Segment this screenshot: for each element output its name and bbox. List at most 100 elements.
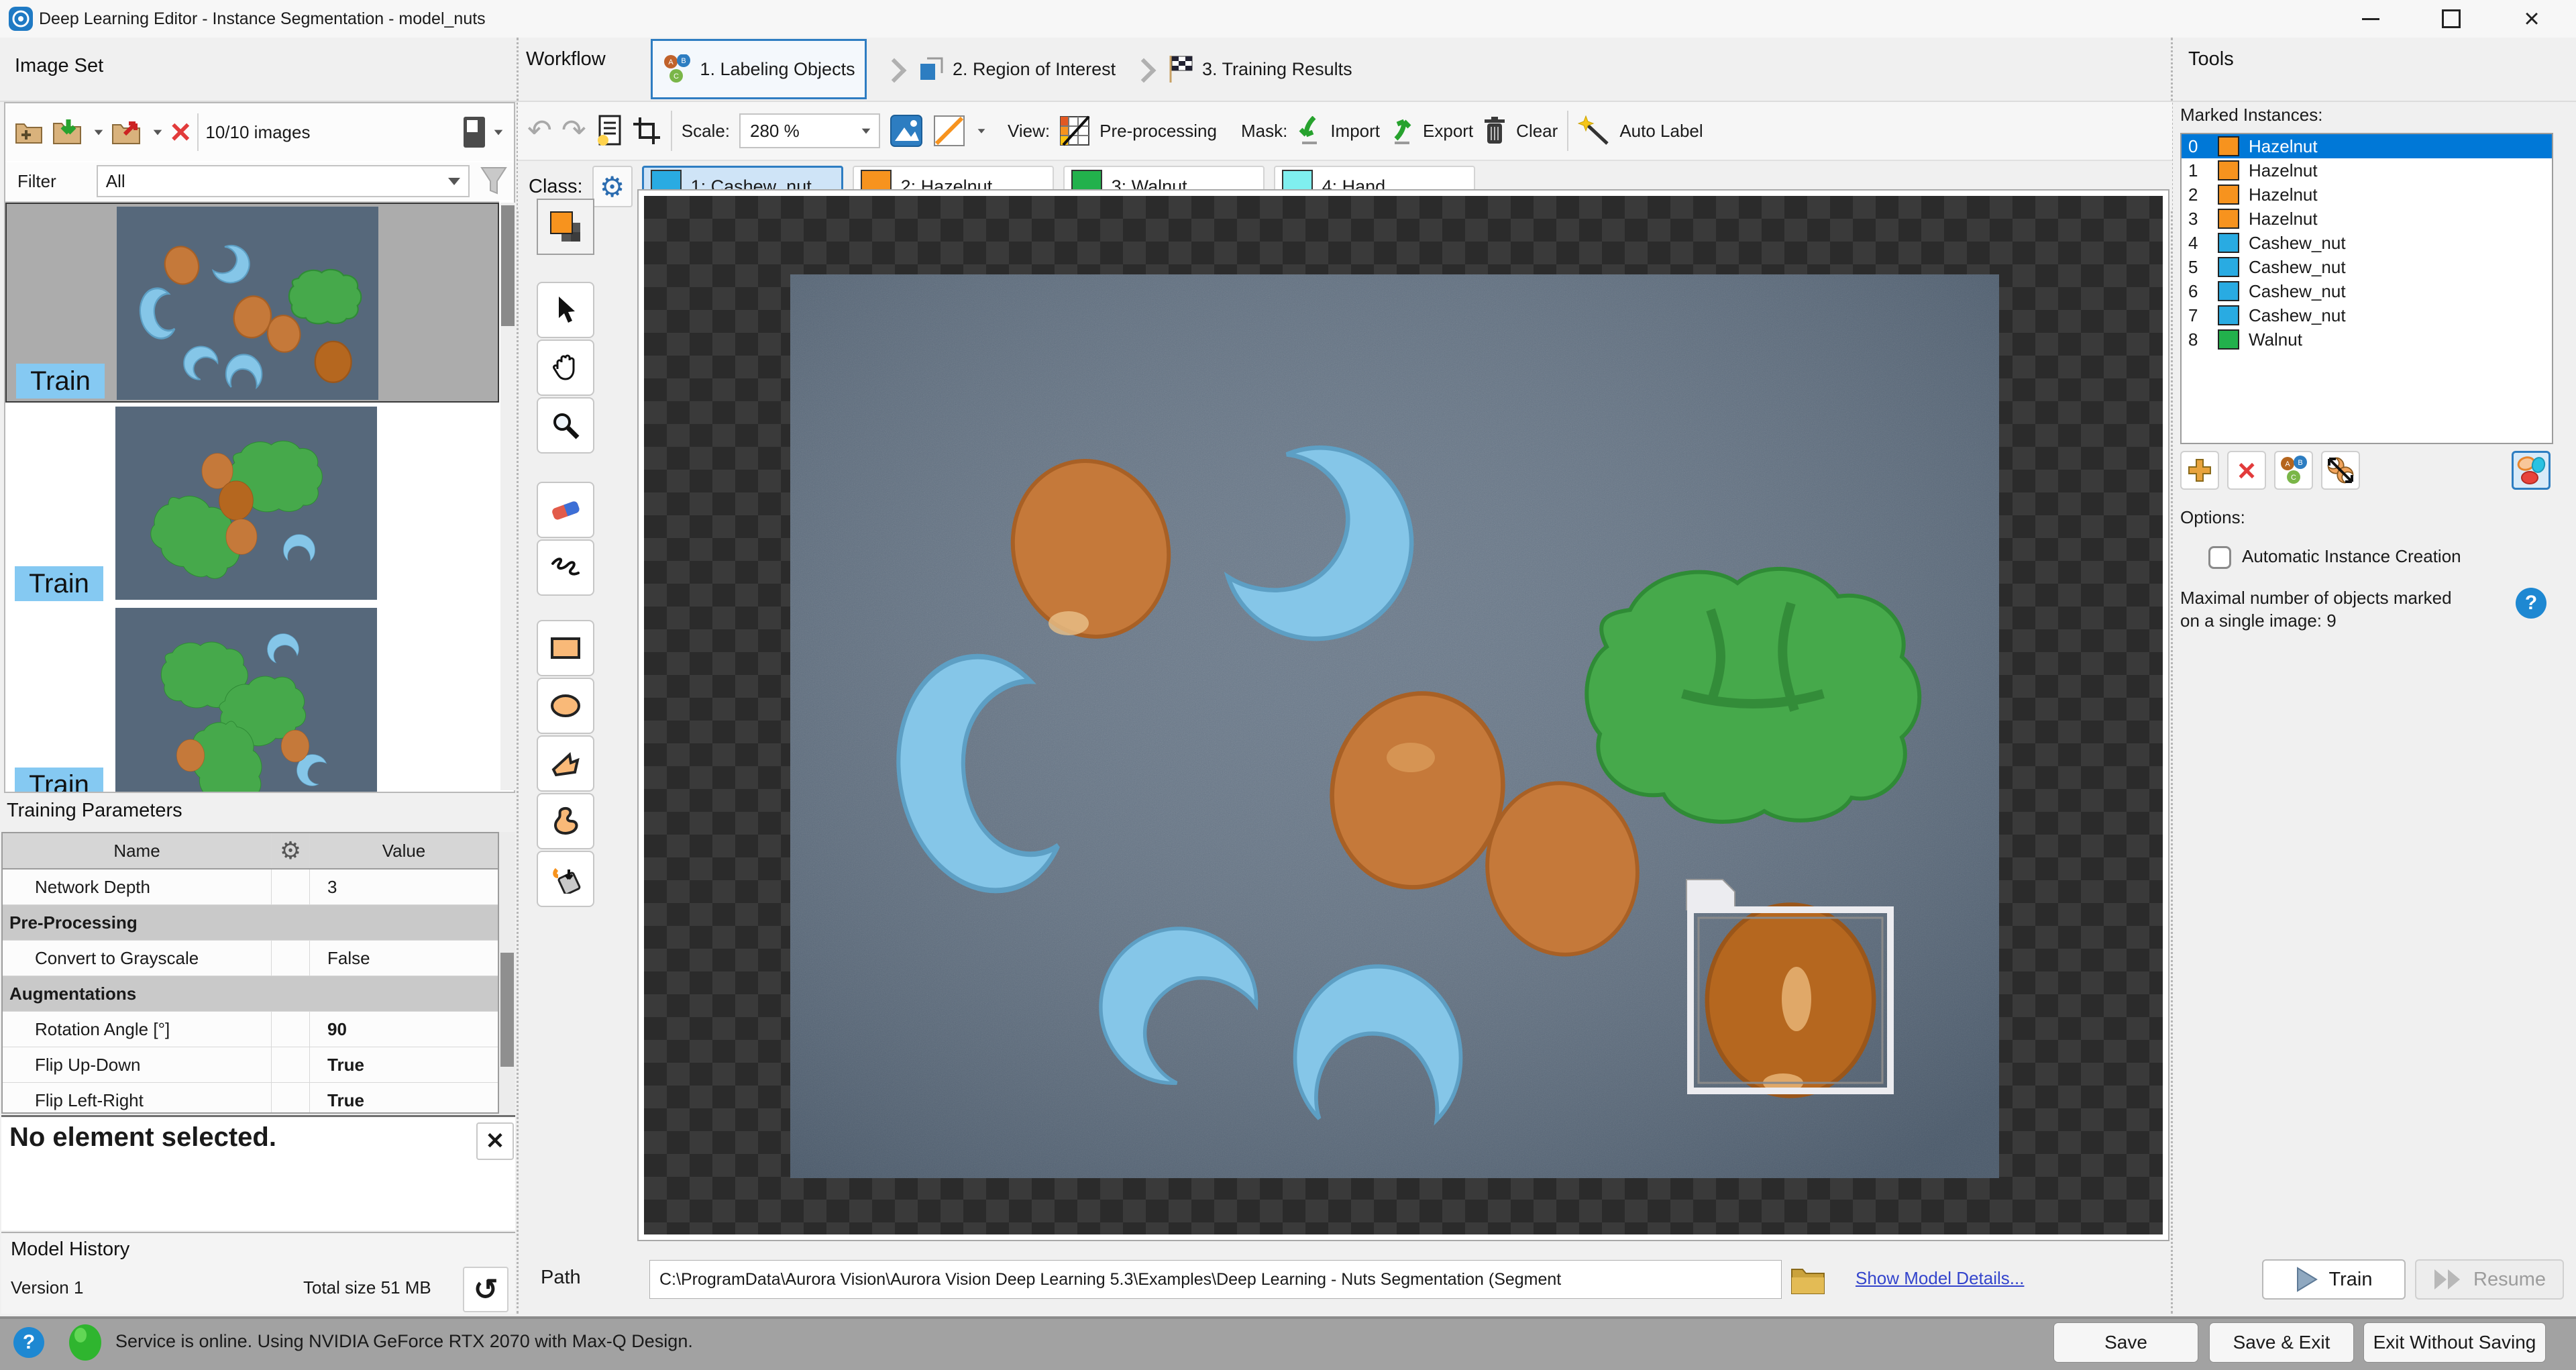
thumbnail-train-1[interactable]: Train	[5, 203, 499, 403]
help-icon[interactable]: ?	[2516, 588, 2546, 619]
instance-row-2[interactable]: 2Hazelnut	[2182, 182, 2552, 207]
instance-color-swatch	[2218, 185, 2239, 205]
resume-button[interactable]: Resume	[2415, 1259, 2564, 1300]
svg-text:A: A	[669, 58, 674, 66]
close-button[interactable]: ×	[2501, 0, 2563, 38]
preprocessing-icon[interactable]	[1059, 115, 1090, 146]
auto-label-label[interactable]: Auto Label	[1619, 121, 1703, 142]
instance-row-8[interactable]: 8Walnut	[2182, 327, 2552, 352]
change-class-button[interactable]: A B C	[2274, 451, 2313, 490]
exit-without-saving-button[interactable]: Exit Without Saving	[2364, 1323, 2545, 1362]
save-button[interactable]: Save	[2054, 1323, 2198, 1362]
import-images-caret[interactable]	[95, 129, 103, 135]
display-mode-caret[interactable]	[494, 129, 503, 135]
instance-row-0[interactable]: 0Hazelnut	[2182, 134, 2552, 158]
scale-combo[interactable]: 280 %	[739, 113, 880, 148]
redo-icon[interactable]: ↷	[561, 117, 586, 144]
fill-tool[interactable]	[537, 851, 594, 907]
labeling-objects-icon: A B C	[662, 54, 692, 84]
eraser-tool[interactable]	[537, 482, 594, 538]
export-mask-icon[interactable]	[1389, 116, 1413, 146]
pan-tool[interactable]	[537, 339, 594, 396]
nuts-image[interactable]	[790, 274, 1999, 1178]
mask-opacity-caret[interactable]	[978, 129, 985, 134]
mask-display-tool[interactable]	[537, 199, 594, 255]
class-settings-button[interactable]: ⚙	[592, 166, 633, 207]
labeling-canvas[interactable]	[637, 189, 2169, 1241]
polygon-tool[interactable]	[537, 735, 594, 792]
select-tool[interactable]	[537, 282, 594, 338]
left-splitter[interactable]	[517, 38, 521, 1314]
canvas-toolbar: ↶ ↷ Scale: 280 % View: Pre-processing Ma…	[518, 102, 2172, 161]
thumbnail-scrollbar[interactable]	[500, 203, 515, 790]
save-and-exit-button[interactable]: Save & Exit	[2210, 1323, 2353, 1362]
param-row-flip-ud[interactable]: Flip Up-Down True	[3, 1047, 498, 1083]
auto-label-icon[interactable]	[1578, 115, 1610, 146]
funnel-icon[interactable]	[479, 165, 508, 197]
param-row-flip-lr[interactable]: Flip Left-Right True	[3, 1083, 498, 1114]
delete-instance-button[interactable]: ×	[2227, 451, 2266, 490]
automatic-instance-checkbox[interactable]	[2208, 546, 2231, 569]
image-view-icon[interactable]	[890, 114, 923, 148]
zoom-tool[interactable]	[537, 397, 594, 454]
rectangle-tool[interactable]	[537, 620, 594, 676]
path-input[interactable]: C:\ProgramData\Aurora Vision\Aurora Visi…	[649, 1260, 1782, 1299]
display-mode-button[interactable]	[463, 116, 486, 148]
rectangle-icon	[549, 636, 582, 660]
restore-version-button[interactable]: ↺	[463, 1267, 508, 1312]
export-images-caret[interactable]	[154, 129, 162, 135]
svg-text:B: B	[682, 57, 686, 65]
delete-images-button[interactable]: ×	[170, 119, 191, 146]
import-images-button[interactable]	[52, 118, 86, 146]
show-instances-toggle[interactable]	[2512, 451, 2551, 490]
instance-row-5[interactable]: 5Cashew_nut	[2182, 255, 2552, 279]
export-images-button[interactable]	[111, 118, 145, 146]
help-icon[interactable]: ?	[13, 1327, 44, 1358]
crop-icon[interactable]	[632, 116, 661, 146]
import-mask-label[interactable]: Import	[1330, 121, 1380, 142]
split-instances-button[interactable]	[2321, 451, 2360, 490]
param-row-rotation[interactable]: Rotation Angle [°] 90	[3, 1012, 498, 1047]
instance-row-4[interactable]: 4Cashew_nut	[2182, 231, 2552, 255]
export-mask-label[interactable]: Export	[1423, 121, 1473, 142]
scrollbar-thumb[interactable]	[501, 205, 515, 326]
close-selection-panel-button[interactable]: ✕	[476, 1122, 514, 1160]
param-row-grayscale[interactable]: Convert to Grayscale False	[3, 941, 498, 976]
blob-tool[interactable]	[537, 793, 594, 849]
scrollbar-thumb[interactable]	[500, 953, 514, 1067]
mask-opacity-icon[interactable]	[932, 114, 966, 148]
freehand-draw-tool[interactable]	[537, 539, 594, 596]
svg-text:C: C	[674, 72, 679, 81]
maximize-button[interactable]	[2420, 0, 2482, 38]
instance-row-3[interactable]: 3Hazelnut	[2182, 207, 2552, 231]
magnifier-icon	[551, 411, 580, 440]
import-mask-icon[interactable]	[1297, 116, 1321, 146]
annotations-icon[interactable]	[596, 115, 623, 147]
automatic-instance-label[interactable]: Automatic Instance Creation	[2242, 546, 2461, 567]
thumbnail-train-2[interactable]: Train	[5, 404, 499, 604]
thumbnail-train-3[interactable]: Train	[5, 605, 499, 792]
right-splitter[interactable]	[2171, 38, 2175, 1314]
tab-region-of-interest[interactable]: 2. Region of Interest	[918, 39, 1116, 99]
gear-icon: ⚙	[280, 837, 301, 865]
filter-combo[interactable]: All	[97, 165, 470, 197]
tab-labeling-objects[interactable]: A B C 1. Labeling Objects	[651, 39, 867, 99]
add-folder-button[interactable]	[15, 119, 46, 146]
undo-icon[interactable]: ↶	[527, 117, 552, 144]
train-button[interactable]: Train	[2262, 1259, 2406, 1300]
show-model-details-link[interactable]: Show Model Details...	[1856, 1268, 2024, 1289]
minimize-button[interactable]	[2340, 0, 2402, 38]
param-row-network-depth[interactable]: Network Depth 3	[3, 870, 498, 905]
ellipse-tool[interactable]	[537, 678, 594, 734]
preprocessing-label[interactable]: Pre-processing	[1099, 121, 1217, 142]
clear-mask-label[interactable]: Clear	[1516, 121, 1558, 142]
model-history-panel: Model History Version 1 Total size 51 MB…	[1, 1232, 515, 1314]
instance-row-1[interactable]: 1Hazelnut	[2182, 158, 2552, 182]
service-status-icon	[67, 1323, 103, 1362]
add-instance-button[interactable]	[2180, 451, 2219, 490]
tab-training-results[interactable]: 3. Training Results	[1167, 39, 1352, 99]
browse-path-button[interactable]	[1788, 1261, 1827, 1299]
instance-row-7[interactable]: 7Cashew_nut	[2182, 303, 2552, 327]
clear-mask-icon[interactable]	[1483, 115, 1507, 146]
instance-row-6[interactable]: 6Cashew_nut	[2182, 279, 2552, 303]
